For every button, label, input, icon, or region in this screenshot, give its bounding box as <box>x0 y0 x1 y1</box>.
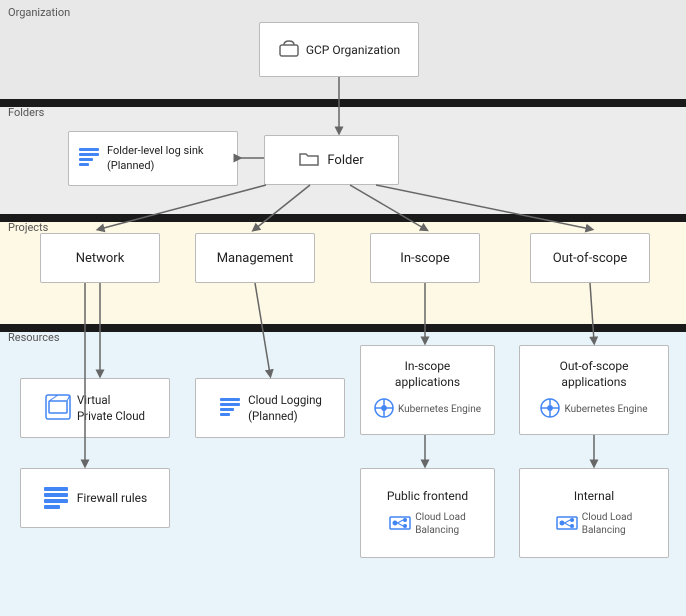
in-scope-apps-label: In-scopeapplications <box>395 359 460 390</box>
logging-icon-1 <box>77 145 101 172</box>
out-of-scope-apps-card: Out-of-scopeapplications Kubernetes Engi… <box>519 345 669 435</box>
vpc-card: VirtualPrivate Cloud <box>20 378 170 438</box>
folder-log-sink-label: Folder-level log sink (Planned) <box>107 144 229 173</box>
firewall-rules-card: Firewall rules <box>20 468 170 528</box>
management-card: Management <box>195 233 315 283</box>
divider-1 <box>0 99 686 107</box>
k8s-icon-2 <box>540 398 560 421</box>
folders-label: Folders <box>8 106 44 119</box>
internal-label: Internal <box>574 489 614 503</box>
cloud-logging-label: Cloud Logging(Planned) <box>248 392 322 424</box>
lb-label-2: Cloud LoadBalancing <box>582 511 632 537</box>
k8s-engine-label-1: Kubernetes Engine <box>398 404 481 415</box>
divider-3 <box>0 324 686 332</box>
resources-label: Resources <box>8 331 60 344</box>
cloud-logging-card: Cloud Logging(Planned) <box>195 378 345 438</box>
org-label: Organization <box>8 6 70 19</box>
network-label: Network <box>76 251 125 266</box>
out-of-scope-label: Out-of-scope <box>553 251 628 266</box>
logging-icon-2 <box>218 395 242 422</box>
out-of-scope-card: Out-of-scope <box>530 233 650 283</box>
firewall-rules-label: Firewall rules <box>77 491 147 505</box>
vpc-icon <box>45 394 71 423</box>
in-scope-card: In-scope <box>370 233 480 283</box>
folder-log-sink-card: Folder-level log sink (Planned) <box>68 131 238 186</box>
internal-card: Internal Cloud LoadBalancing <box>519 468 669 558</box>
gcp-org-label: GCP Organization <box>306 43 400 57</box>
network-card: Network <box>40 233 160 283</box>
firewall-icon <box>43 484 69 513</box>
in-scope-apps-card: In-scopeapplications Kubernetes Engine <box>360 345 495 435</box>
folder-icon <box>299 151 319 170</box>
management-label: Management <box>217 251 294 266</box>
gcp-org-card: GCP Organization <box>259 22 419 77</box>
k8s-icon-1 <box>374 398 394 421</box>
vpc-label: VirtualPrivate Cloud <box>77 392 145 424</box>
lb-icon-2 <box>556 512 578 537</box>
out-of-scope-apps-label: Out-of-scopeapplications <box>560 359 629 390</box>
lb-icon-1 <box>389 512 411 537</box>
in-scope-label: In-scope <box>400 251 449 266</box>
cloud-icon <box>278 39 300 60</box>
public-frontend-label: Public frontend <box>387 489 468 503</box>
folder-label: Folder <box>327 153 363 168</box>
folder-card: Folder <box>264 135 399 185</box>
lb-label-1: Cloud LoadBalancing <box>415 511 465 537</box>
public-frontend-card: Public frontend Cloud LoadBalancing <box>360 468 495 558</box>
k8s-engine-label-2: Kubernetes Engine <box>564 404 647 415</box>
divider-2 <box>0 214 686 222</box>
